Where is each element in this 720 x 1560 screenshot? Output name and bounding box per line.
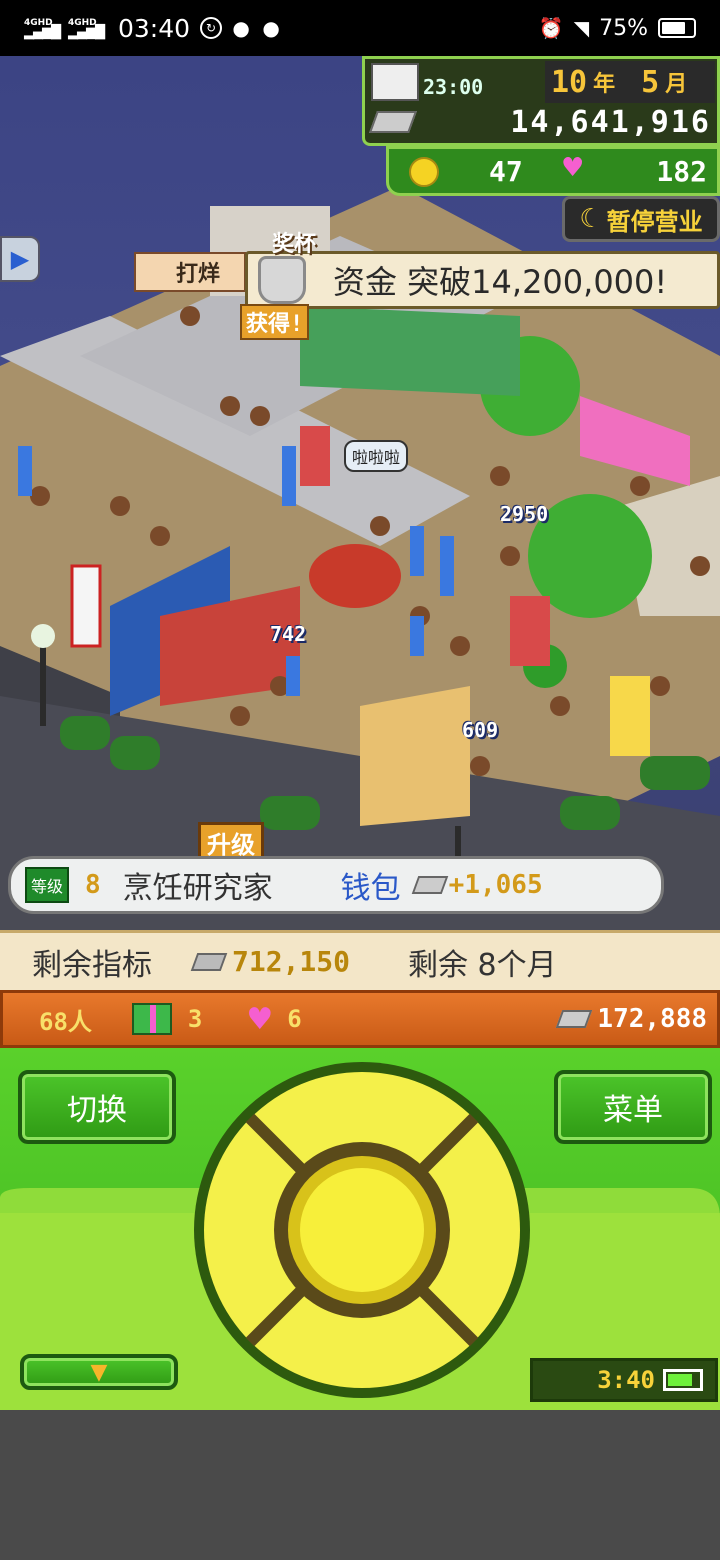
year-unit: 年 <box>593 72 616 97</box>
target-label: 剩余指标 <box>32 947 152 983</box>
side-arrow-button[interactable]: ▶ <box>0 236 40 282</box>
remaining-months: 剩余 8个月 <box>408 947 557 983</box>
switch-button[interactable]: 切换 <box>18 1070 176 1144</box>
speech-bubble: 啦啦啦 <box>344 440 409 472</box>
device-status: 3:40 <box>530 1358 718 1402</box>
hud-money: 14,641,916 <box>510 105 711 140</box>
money-icon-small <box>411 876 448 894</box>
wechat-icon: ● <box>232 16 250 40</box>
moon-icon: ☾ <box>579 204 603 234</box>
battery-percent: 75% <box>599 15 648 41</box>
money-icon-strip <box>190 952 228 971</box>
gift-count: 3 <box>187 1005 203 1033</box>
chevron-down-icon: ▼ <box>90 1359 108 1385</box>
collapse-button[interactable]: ▼ <box>20 1354 178 1390</box>
achievement-text: 资金 突破14,200,000! <box>333 263 668 301</box>
bottom-area <box>0 1410 720 1560</box>
hearts-count: 6 <box>287 1005 302 1033</box>
strip-money: 172,888 <box>597 1004 707 1034</box>
status-bar: 4GHD ▂▄▆█ 4GHD ▂▄▆█ 03:40 ↻ ● ● ⏰ ◥ 75% <box>0 0 720 56</box>
heart-icon: ♥ <box>561 153 585 183</box>
hud-date-panel: 23:00 10 年 5 月 14,641,916 <box>362 56 720 146</box>
money-icon-strip2 <box>556 1010 593 1028</box>
signal-indicator-2: 4GHD ▂▄▆█ <box>68 18 105 40</box>
coin-icon <box>409 157 439 187</box>
target-strip: 剩余指标 712,150 剩余 8个月 <box>0 930 720 990</box>
menu-button-label: 菜单 <box>603 1093 663 1128</box>
year-value: 10 <box>551 64 588 100</box>
trophy-caption: 获得! <box>240 304 310 340</box>
wallet-label: 钱包 <box>340 871 401 906</box>
people-count: 68人 <box>39 1007 92 1036</box>
wifi-icon: ◥ <box>573 16 590 40</box>
money-icon <box>368 111 418 133</box>
level-badge: 等级 <box>25 867 70 903</box>
month-unit: 月 <box>665 72 688 97</box>
pause-business-button[interactable]: ☾ 暂停营业 <box>562 196 720 242</box>
battery-icon <box>658 18 696 38</box>
status-time: 03:40 <box>118 13 191 43</box>
switch-button-label: 切换 <box>67 1093 127 1128</box>
sales-tag-742: 742 <box>270 622 307 646</box>
target-value: 712,150 <box>232 945 351 978</box>
device-clock: 3:40 <box>597 1366 655 1394</box>
heart-icon-strip: ♥ <box>246 1001 274 1037</box>
sales-tag-609: 609 <box>462 718 499 742</box>
sales-tag-2950: 2950 <box>500 502 549 526</box>
hud-coins: 47 <box>489 155 523 188</box>
signal-indicator-1: 4GHD ▂▄▆█ <box>24 18 61 40</box>
message-icon: ● <box>262 16 280 40</box>
stats-strip: 68人 3 ♥ 6 172,888 <box>0 990 720 1048</box>
hud-year: 10 年 5 月 <box>545 61 715 103</box>
rank-bar[interactable]: 等级 8 烹饪研究家 钱包 +1,065 <box>8 856 664 914</box>
controller-panel: 切换 菜单 ▼ 3:40 <box>0 1048 720 1410</box>
month-value: 5 <box>641 64 660 100</box>
device-battery-icon <box>663 1369 703 1391</box>
game-scene[interactable]: 23:00 10 年 5 月 14,641,916 47 ♥ 182 ☾ 暂停营… <box>0 56 720 930</box>
gift-icon <box>131 1003 172 1035</box>
worker-tag[interactable]: 打烊 <box>134 252 246 292</box>
level-value: 8 <box>85 870 101 900</box>
hud-hearts: 182 <box>656 155 707 188</box>
sync-icon: ↻ <box>200 17 223 39</box>
clock-icon <box>371 63 419 101</box>
alarm-icon: ⏰ <box>538 16 564 40</box>
wallet-amount: +1,065 <box>448 870 543 900</box>
rank-title: 烹饪研究家 <box>122 871 273 906</box>
menu-button[interactable]: 菜单 <box>554 1070 712 1144</box>
achievement-banner: 资金 突破14,200,000! <box>245 251 720 309</box>
hud-clock: 23:00 <box>423 75 484 99</box>
trophy-icon <box>258 256 306 304</box>
worker-label: 打烊 <box>176 262 221 287</box>
trophy-title: 奖杯 <box>272 232 317 257</box>
hud-stats-panel: 47 ♥ 182 <box>386 146 720 196</box>
pause-business-label: 暂停营业 <box>606 207 703 236</box>
